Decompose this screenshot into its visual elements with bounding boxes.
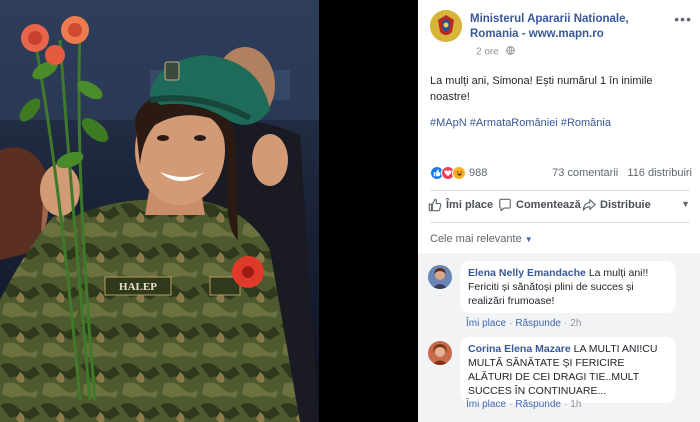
comments-count-link[interactable]: 73 comentarii [552,167,618,179]
comment-reply-link[interactable]: Răspunde [515,318,561,329]
name-tag-text: HALEP [119,281,157,293]
share-button[interactable]: Distribuie [582,198,651,212]
commenter-avatar[interactable] [428,341,452,365]
reactions-count[interactable]: 988 [469,167,487,179]
comment-item: Elena Nelly Emandache La mulți ani!! Fer… [428,259,692,335]
like-button-label[interactable]: Îmi place [446,199,493,211]
comment-time[interactable]: 2h [570,318,581,329]
page-avatar[interactable] [430,10,462,42]
more-options-icon[interactable]: ••• [674,11,692,27]
comment-bubble: Corina Elena Mazare LA MULTI ANI!CU MULT… [460,337,676,403]
post-actions-bar: Îmi place Comentează Distribuie ▼ [428,194,692,218]
photo-illustration: HALEP [0,0,319,422]
page-name-link[interactable]: Ministerul Apararii Nationale, Romania -… [470,12,666,42]
shares-count-link[interactable]: 116 distribuiri [627,167,692,179]
comment-like-link[interactable]: Îmi place [466,318,506,329]
comment-meta: Îmi place · Răspunde · 1h [466,399,582,410]
thumbs-up-icon [428,198,442,212]
share-arrow-icon [582,199,596,211]
comments-shares-count: 73 comentarii 116 distribuiri [552,167,692,179]
comment-meta: Îmi place · Răspunde · 2h [466,318,582,329]
like-button[interactable]: Îmi place [428,198,493,212]
comment-author-link[interactable]: Elena Nelly Emandache [468,267,586,279]
divider [430,222,690,223]
comment-button[interactable]: Comentează [498,198,581,212]
post-timestamp[interactable]: 2 ore [476,46,515,58]
haha-reaction-icon [452,166,466,180]
share-options-caret-icon[interactable]: ▼ [681,199,690,209]
post-message: La mulți ani, Simona! Ești numărul 1 în … [430,75,653,103]
post-hashtags[interactable]: #MApN #ArmataRomâniei #România [430,117,611,129]
mapn-crest-icon [430,10,462,42]
comment-sort-dropdown[interactable]: Cele mai relevante ▼ [430,233,533,245]
comment-sort-label[interactable]: Cele mai relevante [430,233,522,245]
comment-icon [499,198,511,212]
comment-item: Corina Elena Mazare LA MULTI ANI!CU MULT… [428,335,692,421]
post-time-text[interactable]: 2 ore [476,47,499,58]
comment-bubble: Elena Nelly Emandache La mulți ani!! Fer… [460,261,676,313]
commenter-avatar[interactable] [428,265,452,289]
globe-icon [505,46,515,58]
post-panel: Ministerul Apararii Nationale, Romania -… [418,0,700,422]
comment-button-label[interactable]: Comentează [516,199,581,211]
share-button-label[interactable]: Distribuie [600,199,651,211]
comment-time[interactable]: 1h [570,399,581,410]
post-stats: 988 73 comentarii 116 distribuiri [430,165,692,183]
comment-author-link[interactable]: Corina Elena Mazare [468,343,571,355]
photo-viewer[interactable]: HALEP [0,0,418,422]
post-header: Ministerul Apararii Nationale, Romania -… [430,10,692,58]
comments-list: Elena Nelly Emandache La mulți ani!! Fer… [418,253,700,422]
post-photo[interactable]: HALEP [0,0,319,422]
chevron-down-icon: ▼ [524,235,533,244]
comment-reply-link[interactable]: Răspunde [515,399,561,410]
comment-like-link[interactable]: Îmi place [466,399,506,410]
divider [430,190,690,191]
